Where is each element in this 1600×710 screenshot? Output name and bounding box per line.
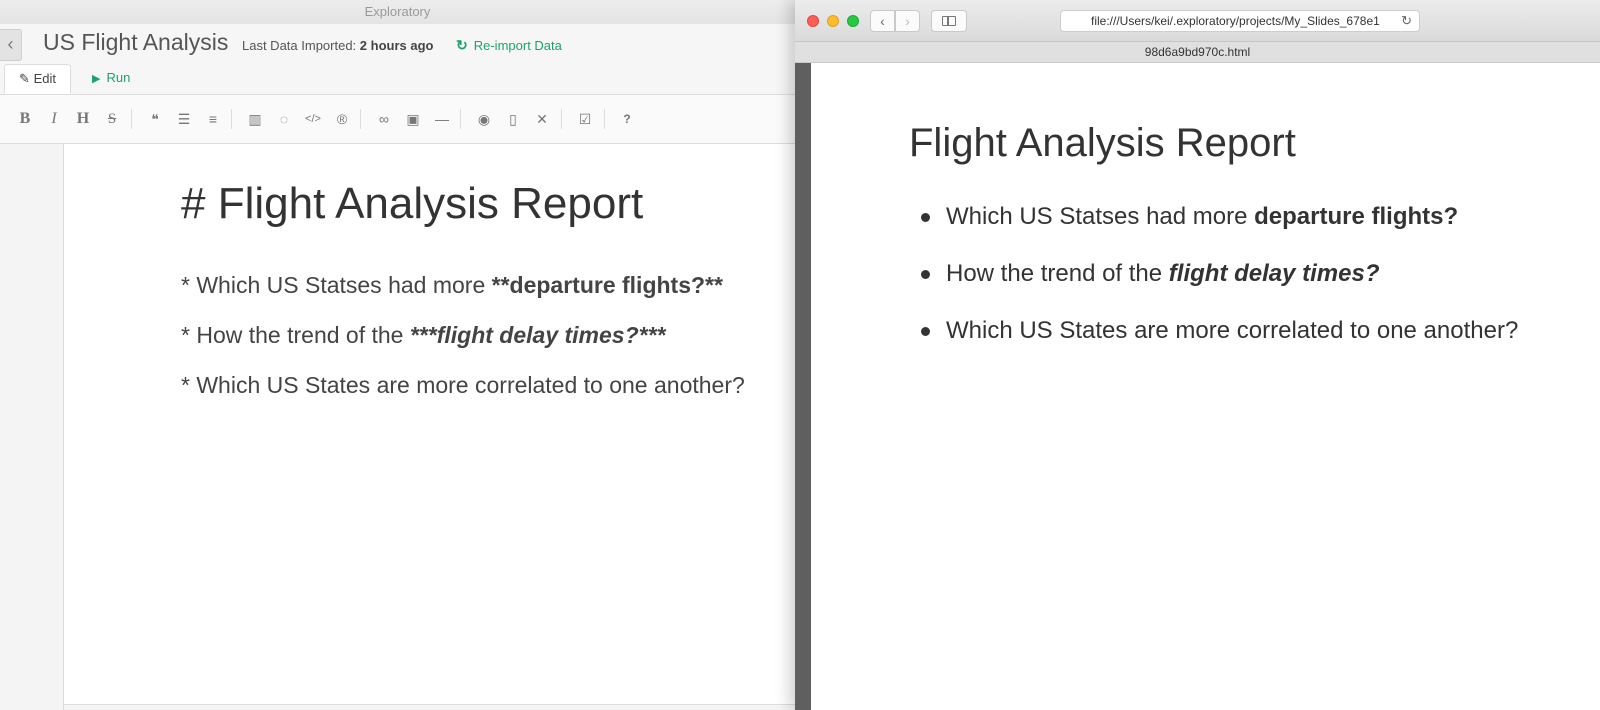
markdown-editor[interactable]: # Flight Analysis Report * Which US Stat… <box>64 144 795 705</box>
slide-bullet-text: Which US Statses had more <box>946 203 1255 230</box>
toolbar-divider <box>561 109 562 129</box>
tab-run[interactable]: ▶ Run <box>92 64 130 94</box>
markdown-text: * How the trend of the <box>181 322 410 348</box>
last-import-status: Last Data Imported: 2 hours ago <box>242 38 433 53</box>
strikethrough-icon[interactable]: S <box>100 107 124 131</box>
code-icon[interactable]: </> <box>301 107 325 131</box>
slide-bullet-text: Which US States are more correlated to o… <box>946 317 1519 344</box>
slide-bullet: Which US States are more correlated to o… <box>909 316 1518 373</box>
maximize-window-button[interactable] <box>847 15 859 27</box>
browser-back-button[interactable]: ‹ <box>870 10 895 32</box>
reimport-data-button[interactable]: ↻ Re-import Data <box>456 37 562 54</box>
bullet-dot <box>921 213 930 222</box>
slide-frame-edge <box>795 63 811 710</box>
edit-icon: ✎ <box>19 71 30 86</box>
slide-title: Flight Analysis Report <box>909 121 1296 165</box>
markdown-bold-text: **departure flights?** <box>491 272 723 298</box>
link-icon[interactable]: ∞ <box>372 107 396 131</box>
app-window-title: Exploratory <box>0 0 795 24</box>
heading-icon[interactable]: H <box>71 107 95 131</box>
markdown-line: * Which US States are more correlated to… <box>181 372 745 398</box>
exploratory-window: Exploratory ‹ US Flight Analysis Last Da… <box>0 0 795 710</box>
unordered-list-icon[interactable]: ☰ <box>172 107 196 131</box>
last-import-label: Last Data Imported: <box>242 38 357 53</box>
project-title: US Flight Analysis <box>43 29 229 55</box>
bold-icon[interactable]: B <box>13 107 37 131</box>
toolbar-divider <box>604 109 605 129</box>
ordered-list-icon[interactable]: ≡ <box>201 107 225 131</box>
slide-bullet-bold-italic: flight delay times? <box>1168 260 1380 287</box>
sidebar-icon <box>942 16 956 26</box>
slide-bullet-list: Which US Statses had more departure flig… <box>909 202 1518 373</box>
browser-forward-button[interactable]: › <box>895 10 920 32</box>
toolbar-divider <box>360 109 361 129</box>
slide-preview: Flight Analysis Report Which US Statses … <box>811 63 1600 710</box>
toolbar-divider <box>460 109 461 129</box>
project-header: ‹ US Flight Analysis Last Data Imported:… <box>0 24 795 64</box>
last-import-time: 2 hours ago <box>359 38 434 53</box>
help-icon[interactable]: ? <box>615 107 639 131</box>
quote-icon[interactable]: ❝ <box>143 107 167 131</box>
reload-icon[interactable]: ↻ <box>1401 13 1412 29</box>
browser-window: ‹ › file:///Users/kei/.exploratory/proje… <box>795 0 1600 710</box>
back-button[interactable]: ‹ <box>0 29 22 61</box>
close-window-button[interactable] <box>807 15 819 27</box>
markdown-line: * How the trend of the ***flight delay t… <box>181 322 666 349</box>
fullscreen-icon[interactable]: ✕ <box>530 107 554 131</box>
slide-bullet: How the trend of the flight delay times? <box>909 259 1518 316</box>
editor-gutter <box>0 144 64 710</box>
minimize-window-button[interactable] <box>827 15 839 27</box>
slide-bullet-bold: departure flights? <box>1254 203 1459 230</box>
reimport-label: Re-import Data <box>473 38 562 53</box>
bullet-dot <box>921 327 930 336</box>
checklist-icon[interactable]: ☑ <box>573 107 597 131</box>
toolbar-divider <box>231 109 232 129</box>
preview-icon[interactable]: ◉ <box>472 107 496 131</box>
slide-bullet-text: How the trend of the <box>946 260 1169 287</box>
bullet-dot <box>921 270 930 279</box>
tab-run-label: Run <box>106 70 131 85</box>
browser-toolbar: ‹ › file:///Users/kei/.exploratory/proje… <box>795 0 1600 42</box>
horizontal-rule-icon[interactable]: — <box>430 107 454 131</box>
markdown-heading-line: # Flight Analysis Report <box>181 179 644 228</box>
markdown-toolbar: B I H S ❝ ☰ ≡ ▥ ◌ </> ® ∞ ▣ — ◉ ▯ ✕ ☑? <box>0 95 795 144</box>
tab-edit-label: Edit <box>33 71 56 86</box>
italic-icon[interactable]: I <box>42 107 66 131</box>
lightbulb-icon[interactable]: ◌ <box>272 107 296 131</box>
side-by-side-icon[interactable]: ▯ <box>501 107 525 131</box>
browser-tab-title: 98d6a9bd970c.html <box>795 42 1600 63</box>
play-icon: ▶ <box>92 73 101 85</box>
address-bar[interactable]: file:///Users/kei/.exploratory/projects/… <box>1060 10 1420 32</box>
tab-edit[interactable]: ✎ Edit <box>4 64 71 94</box>
image-icon[interactable]: ▣ <box>401 107 425 131</box>
mode-tabs: ✎ Edit ▶ Run <box>0 64 795 95</box>
r-icon[interactable]: ® <box>330 107 354 131</box>
refresh-icon: ↻ <box>456 37 468 53</box>
url-text: file:///Users/kei/.exploratory/projects/… <box>1091 14 1380 28</box>
chart-icon[interactable]: ▥ <box>243 107 267 131</box>
toolbar-divider <box>131 109 132 129</box>
markdown-text: * Which US Statses had more <box>181 272 492 298</box>
markdown-line: * Which US Statses had more **departure … <box>181 272 723 299</box>
slide-bullet: Which US Statses had more departure flig… <box>909 202 1518 259</box>
sidebar-toggle-button[interactable] <box>931 10 967 32</box>
markdown-bold-italic-text: ***flight delay times?*** <box>409 322 666 348</box>
